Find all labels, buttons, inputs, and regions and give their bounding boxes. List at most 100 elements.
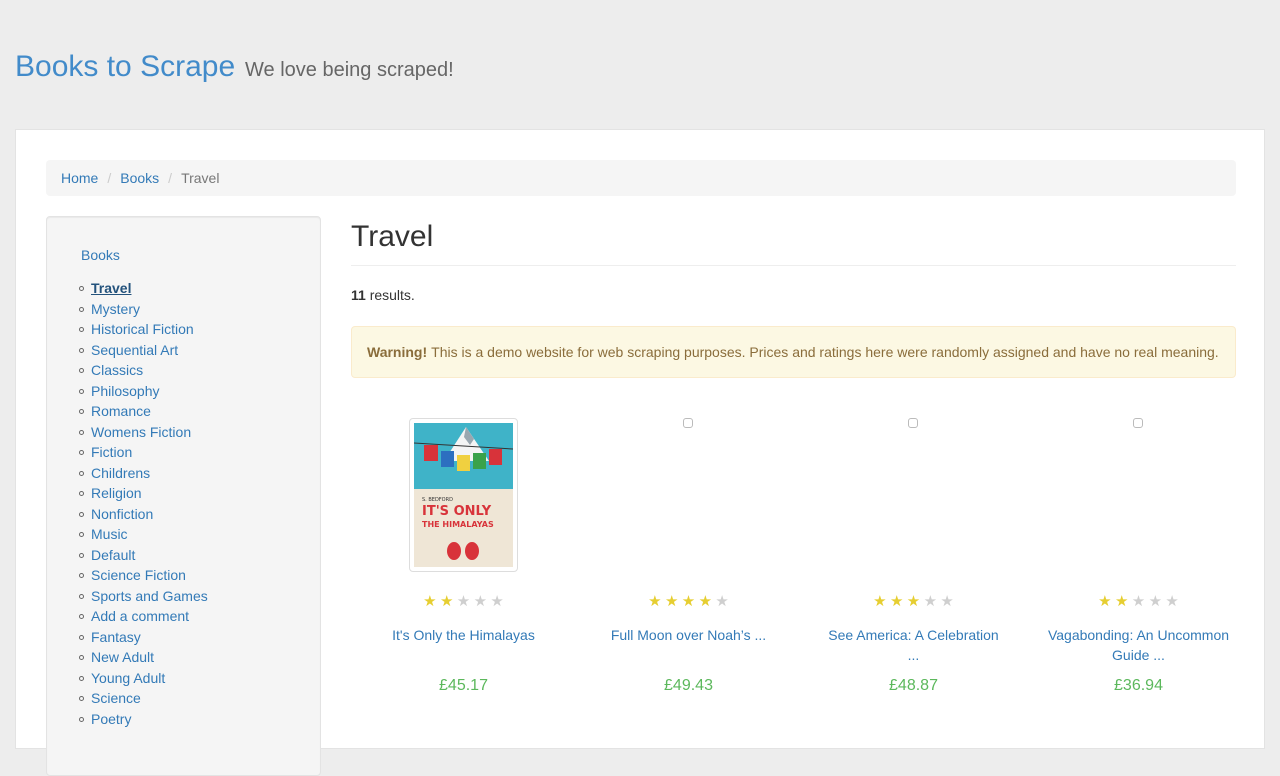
star-icon: ★	[698, 593, 713, 610]
sidebar-category-link[interactable]: Science Fiction	[91, 567, 186, 583]
sidebar-category-item: Fiction	[79, 442, 208, 463]
sidebar-category-link[interactable]: Historical Fiction	[91, 321, 194, 337]
product-thumbnail[interactable]	[801, 418, 1026, 578]
product-thumbnail[interactable]	[576, 418, 801, 578]
sidebar-category-link[interactable]: Fiction	[91, 444, 132, 460]
list-bullet-icon	[79, 327, 84, 332]
product-thumbnail[interactable]	[1026, 418, 1251, 578]
results-label: results.	[365, 287, 415, 303]
sidebar-category-link[interactable]: Religion	[91, 485, 142, 501]
warning-text: This is a demo website for web scraping …	[431, 344, 1219, 360]
list-bullet-icon	[79, 552, 84, 558]
category-list: Travel Mystery Historical Fiction Sequentia…	[79, 278, 208, 730]
product-price: £36.94	[1114, 677, 1163, 694]
sidebar-category-link[interactable]: Sports and Games	[91, 588, 208, 604]
page-title: Travel	[351, 220, 434, 253]
star-rating: ★ ★ ★ ★ ★	[351, 594, 576, 609]
product-card: ★ ★ ★ ★ ★ Full Moon over Noah’s ... £49.43	[576, 418, 801, 738]
sidebar-category-item: Poetry	[79, 709, 208, 730]
star-rating: ★ ★ ★ ★ ★	[576, 594, 801, 609]
sidebar-category-item: Sequential Art	[79, 340, 208, 361]
sidebar-category-item: Default	[79, 545, 208, 566]
star-rating: ★ ★ ★ ★ ★	[801, 594, 1026, 609]
brand-link[interactable]: Books to Scrape	[15, 50, 235, 83]
product-price: £49.43	[664, 677, 713, 694]
star-icon: ★	[1131, 593, 1146, 610]
warning-alert: Warning! This is a demo website for web …	[351, 326, 1236, 378]
broken-image-icon	[908, 418, 918, 428]
list-bullet-icon	[79, 470, 84, 476]
sidebar-category-item: Young Adult	[79, 668, 208, 689]
sidebar-category-link[interactable]: Young Adult	[91, 670, 165, 686]
category-sidebar: Books Travel Mystery Historical Fiction Seq…	[46, 216, 321, 776]
sidebar-category-link[interactable]: Classics	[91, 362, 143, 378]
main-content: Travel 11 results. Warning! This is a de…	[351, 216, 1236, 694]
star-icon: ★	[490, 593, 504, 610]
list-bullet-icon	[79, 655, 84, 660]
star-icon: ★	[1165, 593, 1179, 610]
star-icon: ★	[906, 593, 921, 610]
product-price: £48.87	[889, 677, 938, 694]
svg-text:IT'S ONLY: IT'S ONLY	[422, 504, 492, 519]
page-header: Travel	[351, 216, 1236, 266]
sidebar-category-item: Nonfiction	[79, 504, 208, 525]
book-cover-link[interactable]: S. BEDFORD IT'S ONLY THE HIMALAYAS	[409, 418, 518, 572]
sidebar-category-item: Childrens	[79, 463, 208, 484]
breadcrumb-separator: /	[107, 170, 112, 186]
sidebar-category-item: Classics	[79, 360, 208, 381]
star-icon: ★	[940, 593, 954, 610]
sidebar-category-link[interactable]: Philosophy	[91, 383, 160, 399]
product-title-link[interactable]: Vagabonding: An Uncommon Guide ...	[1046, 625, 1231, 665]
sidebar-category-item: Science Fiction	[79, 565, 208, 586]
sidebar-category-link[interactable]: Default	[91, 547, 135, 563]
sidebar-category-link[interactable]: Romance	[91, 403, 151, 419]
product-title-link[interactable]: It's Only the Himalayas	[371, 625, 556, 645]
star-rating: ★ ★ ★ ★ ★	[1026, 594, 1251, 609]
sidebar-category-link[interactable]: Childrens	[91, 465, 150, 481]
list-bullet-icon	[79, 429, 84, 435]
sidebar-category-link[interactable]: Poetry	[91, 711, 131, 727]
star-icon: ★	[473, 593, 488, 610]
breadcrumb-books[interactable]: Books	[120, 170, 159, 186]
product-title-link[interactable]: See America: A Celebration ...	[821, 625, 1006, 665]
list-bullet-icon	[79, 614, 84, 619]
breadcrumb-separator: /	[168, 170, 173, 186]
sidebar-category-link[interactable]: New Adult	[91, 649, 154, 665]
sidebar-category-link[interactable]: Science	[91, 690, 141, 706]
list-bullet-icon	[79, 347, 84, 353]
sidebar-category-link[interactable]: Fantasy	[91, 629, 141, 645]
breadcrumb: Home / Books / Travel	[46, 160, 1236, 196]
book-cover-image: S. BEDFORD IT'S ONLY THE HIMALAYAS	[414, 423, 513, 567]
sidebar-category-link[interactable]: Travel	[91, 280, 131, 296]
star-icon: ★	[681, 593, 696, 610]
broken-image-icon	[1133, 418, 1143, 428]
product-title-link[interactable]: Full Moon over Noah’s ...	[596, 625, 781, 645]
product-card: ★ ★ ★ ★ ★ See America: A Celebration ... £48.8…	[801, 418, 1026, 738]
product-card: ★ ★ ★ ★ ★ Vagabonding: An Uncommon Guide ... £…	[1026, 418, 1251, 738]
star-icon: ★	[456, 593, 471, 610]
breadcrumb-home[interactable]: Home	[61, 170, 98, 186]
star-icon: ★	[648, 593, 662, 610]
sidebar-category-link[interactable]: Womens Fiction	[91, 424, 191, 440]
star-icon: ★	[439, 593, 454, 610]
sidebar-category-link[interactable]: Sequential Art	[91, 342, 178, 358]
sidebar-category-link[interactable]: Nonfiction	[91, 506, 153, 522]
list-bullet-icon	[79, 368, 84, 373]
sidebar-category-item: Sports and Games	[79, 586, 208, 607]
sidebar-category-item: Music	[79, 524, 208, 545]
sidebar-category-link[interactable]: Mystery	[91, 301, 140, 317]
star-icon: ★	[889, 593, 904, 610]
sidebar-category-link[interactable]: Add a comment	[91, 608, 189, 624]
sidebar-category-link[interactable]: Music	[91, 526, 128, 542]
sidebar-category-item: Add a comment	[79, 606, 208, 627]
star-icon: ★	[1148, 593, 1163, 610]
page-panel: Home / Books / Travel Books Travel Myster…	[15, 129, 1265, 776]
list-bullet-icon	[79, 388, 84, 394]
sidebar-category-item: Womens Fiction	[79, 422, 208, 443]
sidebar-category-item: Fantasy	[79, 627, 208, 648]
list-bullet-icon	[79, 491, 84, 496]
star-icon: ★	[873, 593, 887, 610]
product-thumbnail[interactable]: S. BEDFORD IT'S ONLY THE HIMALAYAS	[351, 418, 576, 578]
broken-image-icon	[683, 418, 693, 428]
sidebar-books-link[interactable]: Books	[81, 247, 120, 263]
